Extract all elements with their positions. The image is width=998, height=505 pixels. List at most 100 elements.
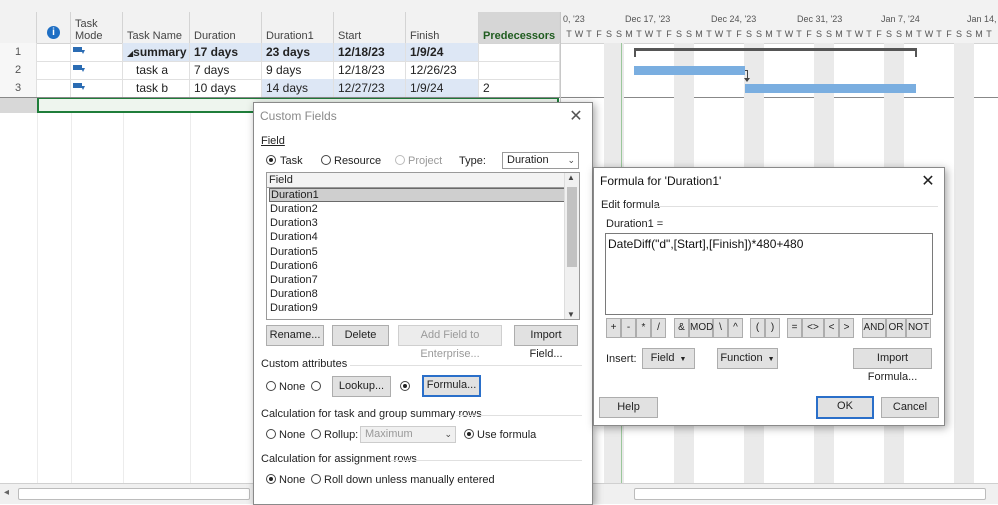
list-item[interactable]: Duration1 (269, 188, 565, 202)
predecessors-cell[interactable] (479, 61, 560, 79)
calc-rollup-radio[interactable] (311, 429, 321, 439)
scroll-down-icon[interactable]: ▼ (567, 310, 575, 319)
calc-use-formula-label[interactable]: Use formula (477, 429, 536, 441)
op-plus-button[interactable]: + (606, 318, 621, 338)
finish-header[interactable]: Finish (406, 12, 479, 43)
task-mode-header[interactable]: Task Mode (71, 12, 123, 43)
start-header[interactable]: Start (334, 12, 406, 43)
op-not-button[interactable]: NOT (906, 318, 931, 338)
rename-button[interactable]: Rename... (266, 325, 324, 346)
duration-cell[interactable]: 17 days (190, 43, 262, 61)
help-button[interactable]: Help (599, 397, 658, 418)
op-intdiv-button[interactable]: \ (713, 318, 728, 338)
list-item[interactable]: Duration3 (269, 216, 566, 230)
gantt-scroll-thumb[interactable] (634, 488, 986, 500)
op-equals-button[interactable]: = (787, 318, 802, 338)
field-listbox[interactable]: Field Duration1 Duration2 Duration3 Dura… (266, 172, 580, 320)
op-close-paren-button[interactable]: ) (765, 318, 780, 338)
task-name-cell[interactable]: task b (123, 79, 190, 97)
calc-use-formula-radio[interactable] (464, 429, 474, 439)
task-name-header[interactable]: Task Name (123, 12, 190, 43)
duration1-cell[interactable]: 14 days (262, 79, 334, 97)
finish-cell[interactable]: 1/9/24 (406, 43, 479, 61)
list-scroll-thumb[interactable] (567, 187, 577, 267)
import-field-button[interactable]: Import Field... (514, 325, 578, 360)
finish-cell[interactable]: 12/26/23 (406, 61, 479, 79)
op-notequal-button[interactable]: <> (802, 318, 824, 338)
resource-radio[interactable] (321, 155, 331, 165)
op-concat-button[interactable]: & (674, 318, 689, 338)
assign-rolldown-radio[interactable] (311, 474, 321, 484)
calc-none-label[interactable]: None (279, 429, 305, 441)
assign-none-label[interactable]: None (279, 474, 305, 486)
predecessors-cell[interactable]: 2 (479, 79, 560, 97)
assign-none-radio[interactable] (266, 474, 276, 484)
row-number-header[interactable] (0, 12, 37, 43)
op-mod-button[interactable]: MOD (689, 318, 713, 338)
attr-formula-radio[interactable] (400, 381, 410, 391)
finish-cell[interactable]: 1/9/24 (406, 79, 479, 97)
list-item[interactable]: Duration8 (269, 287, 566, 301)
table-row[interactable]: 3 task b 10 days 14 days 12/27/23 1/9/24… (0, 79, 560, 98)
table-row[interactable]: 2 task a 7 days 9 days 12/18/23 12/26/23 (0, 61, 560, 80)
predecessors-cell[interactable] (479, 43, 560, 61)
list-item[interactable]: Duration5 (269, 245, 566, 259)
op-and-button[interactable]: AND (862, 318, 886, 338)
task-name-cell[interactable]: task a (123, 61, 190, 79)
task-mode-cell[interactable] (71, 61, 123, 79)
start-cell[interactable]: 12/18/23 (334, 61, 406, 79)
new-row-number[interactable] (0, 97, 37, 113)
task-mode-cell[interactable] (71, 43, 123, 61)
task-bar-task-a[interactable] (634, 66, 745, 75)
list-item[interactable]: Duration9 (269, 301, 566, 315)
resource-radio-label[interactable]: Resource (334, 155, 381, 167)
indicators-header[interactable]: i (37, 12, 71, 43)
op-divide-button[interactable]: / (651, 318, 666, 338)
attr-none-label[interactable]: None (279, 381, 305, 393)
calc-none-radio[interactable] (266, 429, 276, 439)
row-number[interactable]: 3 (0, 79, 37, 97)
duration-header[interactable]: Duration (190, 12, 262, 43)
list-item[interactable]: Duration6 (269, 259, 566, 273)
lookup-button[interactable]: Lookup... (332, 376, 391, 397)
delete-button[interactable]: Delete (332, 325, 389, 346)
duration1-header[interactable]: Duration1 (262, 12, 334, 43)
task-mode-cell[interactable] (71, 79, 123, 97)
predecessors-header[interactable]: Predecessors (479, 12, 560, 43)
insert-function-button[interactable]: Function ▼ (717, 348, 778, 369)
close-icon[interactable]: ✕ (920, 171, 936, 191)
attr-none-radio[interactable] (266, 381, 276, 391)
calc-rollup-label[interactable]: Rollup: (324, 429, 358, 441)
close-icon[interactable]: ✕ (568, 106, 584, 126)
list-scrollbar[interactable]: ▲ ▼ (564, 173, 579, 319)
list-item[interactable]: Duration4 (269, 230, 566, 244)
row-number[interactable]: 2 (0, 61, 37, 79)
table-scroll-thumb[interactable] (18, 488, 250, 500)
duration1-cell[interactable]: 23 days (262, 43, 334, 61)
insert-field-button[interactable]: Field ▼ (642, 348, 695, 369)
task-radio-label[interactable]: Task (280, 155, 303, 167)
table-row[interactable]: 1 ◢summary 17 days 23 days 12/18/23 1/9/… (0, 43, 560, 62)
task-radio[interactable] (266, 155, 276, 165)
formula-editor[interactable]: DateDiff("d",[Start],[Finish])*480+480 (605, 233, 933, 315)
start-cell[interactable]: 12/27/23 (334, 79, 406, 97)
task-name-cell[interactable]: ◢summary (123, 43, 190, 61)
op-minus-button[interactable]: - (621, 318, 636, 338)
scroll-left-icon[interactable]: ◂ (4, 487, 9, 498)
duration-cell[interactable]: 10 days (190, 79, 262, 97)
duration1-cell[interactable]: 9 days (262, 61, 334, 79)
task-bar-task-b[interactable] (745, 84, 916, 93)
assign-rolldown-label[interactable]: Roll down unless manually entered (324, 474, 495, 486)
op-open-paren-button[interactable]: ( (750, 318, 765, 338)
start-cell[interactable]: 12/18/23 (334, 43, 406, 61)
list-item[interactable]: Duration2 (269, 202, 566, 216)
cancel-button[interactable]: Cancel (881, 397, 939, 418)
op-or-button[interactable]: OR (886, 318, 906, 338)
op-multiply-button[interactable]: * (636, 318, 651, 338)
op-power-button[interactable]: ^ (728, 318, 743, 338)
formula-button[interactable]: Formula... (422, 375, 481, 397)
ok-button[interactable]: OK (816, 396, 874, 419)
type-select[interactable]: Duration ⌄ (502, 152, 579, 169)
summary-bar[interactable] (634, 48, 917, 51)
list-item[interactable]: Duration7 (269, 273, 566, 287)
